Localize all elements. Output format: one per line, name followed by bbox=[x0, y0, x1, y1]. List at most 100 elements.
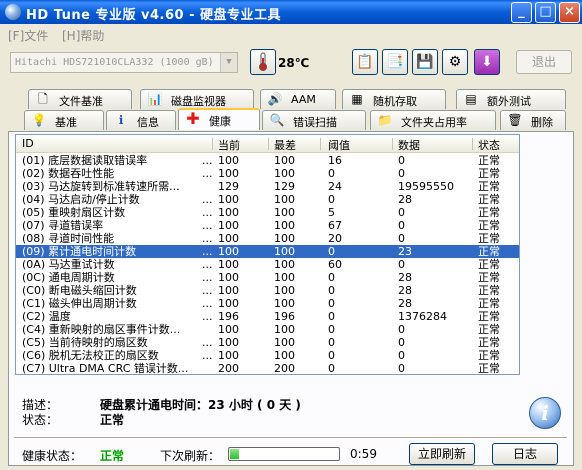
table-row[interactable]: (C4) 重新映射的扇区事件计数... 100 100 0 0 正常 bbox=[16, 323, 519, 336]
tab-label: 错误扫描 bbox=[293, 116, 337, 129]
cell-worst: 100 bbox=[274, 154, 295, 167]
minimize-button[interactable]: _ bbox=[511, 2, 532, 23]
cell-current: 100 bbox=[218, 206, 239, 219]
random-access-icon: ▦ bbox=[351, 92, 363, 106]
table-row[interactable]: (C1) 磁头伸出周期计数... 100 100 0 28 正常 bbox=[16, 297, 519, 310]
log-button[interactable]: 日志 bbox=[492, 443, 558, 465]
cell-status: 正常 bbox=[478, 310, 500, 323]
table-row[interactable]: (08) 寻道时间性能... 100 100 20 0 正常 bbox=[16, 232, 519, 245]
refresh-now-button[interactable]: 立即刷新 bbox=[409, 443, 475, 465]
table-row[interactable]: (0A) 马达重试计数... 100 100 60 0 正常 bbox=[16, 258, 519, 271]
close-button[interactable]: × bbox=[559, 2, 580, 23]
info-icon: i bbox=[541, 401, 549, 425]
chevron-down-icon[interactable]: ▼ bbox=[220, 53, 237, 72]
refresh-countdown: 0:59 bbox=[350, 447, 377, 461]
col-data[interactable]: 数据 bbox=[398, 137, 420, 153]
maximize-button[interactable]: □ bbox=[535, 2, 556, 23]
health-status-value: 正常 bbox=[100, 449, 125, 463]
cell-threshold: 0 bbox=[328, 167, 335, 180]
col-threshold[interactable]: 阈值 bbox=[328, 137, 350, 153]
table-row[interactable]: (02) 数据吞吐性能... 100 100 0 0 正常 bbox=[16, 167, 519, 180]
table-row[interactable]: (0C) 通电周期计数... 100 100 0 28 正常 bbox=[16, 271, 519, 284]
cell-worst: 100 bbox=[274, 297, 295, 310]
table-row[interactable]: (C5) 当前待映射的扇区数... 100 100 0 0 正常 bbox=[16, 336, 519, 349]
tab-folder-usage[interactable]: 📁 文件夹占用率 bbox=[370, 110, 496, 130]
cell-worst: 200 bbox=[274, 362, 295, 375]
tab-file-benchmark[interactable]: 🗋 文件基准 bbox=[28, 89, 132, 109]
cell-current: 100 bbox=[218, 154, 239, 167]
table-row[interactable]: (01) 底层数据读取错误率... 100 100 16 0 正常 bbox=[16, 154, 519, 167]
tab-info[interactable]: ℹ 信息 bbox=[106, 110, 176, 130]
tab-aam[interactable]: 🔊 AAM bbox=[260, 89, 336, 109]
cell-data: 0 bbox=[398, 154, 405, 167]
col-id[interactable]: ID bbox=[22, 137, 34, 150]
table-row[interactable]: (05) 重映射扇区计数... 100 100 5 0 正常 bbox=[16, 206, 519, 219]
col-current[interactable]: 当前 bbox=[218, 137, 240, 153]
col-worst[interactable]: 最差 bbox=[274, 137, 296, 153]
cell-status: 正常 bbox=[478, 258, 500, 271]
cell-id: (C0) 断电磁头缩回计数 bbox=[22, 284, 137, 297]
cell-data: 1376284 bbox=[398, 310, 447, 323]
cell-threshold: 0 bbox=[328, 245, 335, 258]
cell-id: (C1) 磁头伸出周期计数 bbox=[22, 297, 137, 310]
tab-benchmark[interactable]: 💡 基准 bbox=[24, 110, 104, 130]
description-value: 硬盘累计通电时间：23 小时 ( 0 天 ) bbox=[100, 398, 301, 412]
file-benchmark-icon: 🗋 bbox=[38, 92, 48, 106]
copy-all-button[interactable]: 📑 bbox=[382, 49, 408, 75]
cell-current: 196 bbox=[218, 310, 239, 323]
table-row[interactable]: (C2) 温度... 196 196 0 1376284 正常 bbox=[16, 310, 519, 323]
table-row[interactable]: (09) 累计通电时间计数... 100 100 0 23 正常 bbox=[16, 245, 519, 258]
cell-current: 100 bbox=[218, 232, 239, 245]
cell-status: 正常 bbox=[478, 193, 500, 206]
download-button[interactable]: ⬇ bbox=[474, 49, 500, 75]
cell-data: 0 bbox=[398, 167, 405, 180]
cell-current: 100 bbox=[218, 167, 239, 180]
info-button[interactable]: i bbox=[529, 397, 561, 429]
cell-threshold: 0 bbox=[328, 323, 335, 336]
cell-threshold: 0 bbox=[328, 349, 335, 362]
cell-status: 正常 bbox=[478, 284, 500, 297]
smart-attribute-list[interactable]: ID 当前 最差 阈值 数据 状态 (01) 底层数据读取错误率... 100 10… bbox=[15, 134, 520, 375]
table-row[interactable]: (03) 马达旋转到标准转速所需... 129 129 24 19595550 正常 bbox=[16, 180, 519, 193]
drive-select[interactable]: Hitachi HDS721010CLA332 (1000 gB) ▼ bbox=[10, 52, 238, 73]
col-status[interactable]: 状态 bbox=[478, 137, 500, 153]
tab-error-scan[interactable]: 🔍 错误扫描 bbox=[262, 110, 366, 130]
cell-worst: 100 bbox=[274, 232, 295, 245]
cell-threshold: 0 bbox=[328, 271, 335, 284]
menu-help[interactable]: [H]帮助 bbox=[62, 27, 104, 44]
table-row[interactable]: (C0) 断电磁头缩回计数... 100 100 0 28 正常 bbox=[16, 284, 519, 297]
table-row[interactable]: (04) 马达启动/停止计数... 100 100 0 28 正常 bbox=[16, 193, 519, 206]
temperature-value: 28℃ bbox=[278, 56, 310, 70]
health-status-label: 健康状态： bbox=[22, 449, 83, 463]
table-row[interactable]: (07) 寻道错误率... 100 100 67 0 正常 bbox=[16, 219, 519, 232]
copy-info-button[interactable]: 📋 bbox=[352, 49, 378, 75]
cell-data: 0 bbox=[398, 258, 405, 271]
cell-current: 100 bbox=[218, 258, 239, 271]
cell-data: 28 bbox=[398, 297, 412, 310]
save-icon: 💾 bbox=[416, 54, 434, 70]
tab-label: 文件夹占用率 bbox=[401, 116, 467, 129]
options-button[interactable]: ⚙ bbox=[442, 49, 468, 75]
cell-current: 200 bbox=[218, 362, 239, 375]
tab-label: 删除 bbox=[531, 116, 553, 129]
tab-erase[interactable]: 🗑 删除 bbox=[500, 110, 566, 130]
cell-worst: 100 bbox=[274, 349, 295, 362]
copy-icon: 📋 bbox=[356, 54, 374, 70]
cell-current: 100 bbox=[218, 271, 239, 284]
tab-extra-tests[interactable]: ▤ 额外测试 bbox=[456, 89, 566, 109]
tab-disk-monitor[interactable]: 📊 磁盘监视器 bbox=[140, 89, 254, 109]
progress-fill bbox=[230, 449, 239, 459]
window-title: HD Tune 专业版 v4.60 - 硬盘专业工具 bbox=[26, 8, 282, 23]
menu-file[interactable]: [F]文件 bbox=[8, 27, 48, 44]
exit-button[interactable]: 退出 bbox=[516, 50, 572, 74]
cell-data: 19595550 bbox=[398, 180, 454, 193]
table-row[interactable]: (C7) Ultra DMA CRC 错误计数... 200 200 0 0 正常 bbox=[16, 362, 519, 375]
cell-id: (04) 马达启动/停止计数 bbox=[22, 193, 140, 206]
cell-current: 100 bbox=[218, 193, 239, 206]
refresh-progress-bar bbox=[228, 447, 340, 461]
table-row[interactable]: (C6) 脱机无法校正的扇区数... 100 100 0 0 正常 bbox=[16, 349, 519, 362]
save-button[interactable]: 💾 bbox=[412, 49, 438, 75]
tab-health[interactable]: ✚ 健康 bbox=[178, 108, 260, 130]
cell-data: 28 bbox=[398, 284, 412, 297]
tab-random-access[interactable]: ▦ 随机存取 bbox=[342, 89, 446, 109]
